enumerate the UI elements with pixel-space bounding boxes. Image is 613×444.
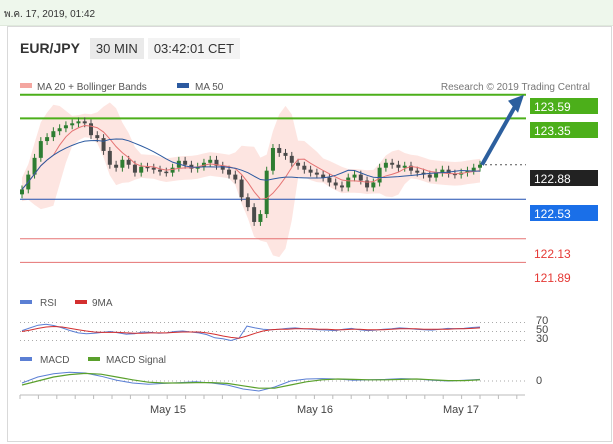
candle <box>471 167 476 171</box>
candle <box>120 159 125 168</box>
rsi-line <box>21 323 481 342</box>
candle <box>339 185 344 188</box>
candle <box>20 189 24 195</box>
candle <box>227 169 232 175</box>
rsi-ma-line <box>21 326 481 339</box>
price-plot <box>20 93 526 263</box>
candle <box>126 159 131 165</box>
candle <box>170 167 175 173</box>
candle <box>327 177 332 183</box>
ma50-legend-swatch <box>177 83 189 88</box>
candle <box>233 174 238 180</box>
candle <box>283 152 288 156</box>
macd-signal-legend-swatch <box>88 357 100 361</box>
candle <box>114 164 119 168</box>
candle <box>390 162 395 165</box>
candle <box>264 170 269 215</box>
candle <box>289 155 294 163</box>
candle <box>245 197 250 208</box>
support-label-2: 122.13 <box>534 247 571 261</box>
candle <box>302 165 307 170</box>
x-label-may17: May 17 <box>443 404 479 416</box>
research-credit: Research © 2019 Trading Central <box>441 82 590 93</box>
current-price-label: 122.88 <box>534 172 571 186</box>
candle <box>208 159 213 163</box>
macd-legend-swatch <box>20 357 32 361</box>
support-label-3: 121.89 <box>534 271 571 285</box>
candle <box>63 125 68 129</box>
resistance-label-1: 123.59 <box>534 100 571 114</box>
x-label-may15: May 15 <box>150 404 186 416</box>
candle <box>70 123 75 126</box>
candle <box>107 150 112 165</box>
candle <box>45 137 50 142</box>
price-chart: MA 20 + Bollinger Bands MA 50 Research ©… <box>19 82 598 416</box>
rsi-legend-label: RSI <box>40 298 57 309</box>
forecast-arrow-shaft <box>480 103 518 166</box>
support-label-1: 122.53 <box>534 207 571 221</box>
rsi-level-30: 30 <box>536 333 548 345</box>
candle <box>321 174 326 178</box>
macd-line <box>21 371 481 392</box>
candle <box>415 170 420 173</box>
candle <box>478 164 482 168</box>
rsi-legend-swatch <box>20 300 32 304</box>
candle <box>57 128 62 132</box>
candle <box>296 162 301 166</box>
candle <box>76 121 81 124</box>
candle <box>164 171 169 174</box>
candle <box>101 138 106 151</box>
candle <box>252 207 257 222</box>
candle <box>358 174 363 181</box>
macd-legend-label: MACD <box>40 355 69 366</box>
x-label-may16: May 16 <box>297 404 333 416</box>
candle <box>333 182 338 186</box>
candle <box>151 167 156 170</box>
candle <box>427 174 432 178</box>
candle <box>183 160 188 165</box>
ma50-legend-label: MA 50 <box>195 82 224 93</box>
candle <box>346 177 351 188</box>
macd-signal-legend-label: MACD Signal <box>106 355 166 366</box>
candle <box>89 123 94 136</box>
candle <box>270 147 275 171</box>
macd-level-0: 0 <box>536 375 542 387</box>
rsi-ma-legend-label: 9MA <box>92 298 113 309</box>
rsi-ma-legend-swatch <box>75 300 87 304</box>
candle <box>308 169 313 173</box>
candle <box>51 131 56 138</box>
candle <box>352 174 357 178</box>
candle <box>38 141 43 158</box>
ma20-legend-swatch <box>20 83 32 88</box>
x-axis <box>19 395 518 399</box>
candle <box>383 162 388 168</box>
candle <box>95 135 100 139</box>
candle <box>402 165 407 168</box>
candle <box>139 166 144 173</box>
candle <box>132 164 137 173</box>
candle <box>239 179 244 198</box>
candle <box>82 121 87 124</box>
rsi-plot <box>20 322 526 342</box>
resistance-label-2: 123.35 <box>534 124 571 138</box>
macd-signal-line <box>21 372 481 389</box>
candle <box>258 214 263 222</box>
candle <box>396 164 401 168</box>
candle <box>377 167 382 183</box>
forecast-arrow-head <box>508 94 524 113</box>
ma20-legend-label: MA 20 + Bollinger Bands <box>37 82 147 93</box>
candle <box>371 182 376 188</box>
candle <box>158 169 163 172</box>
candle <box>277 147 282 153</box>
macd-plot <box>20 371 526 392</box>
candle <box>314 172 319 175</box>
